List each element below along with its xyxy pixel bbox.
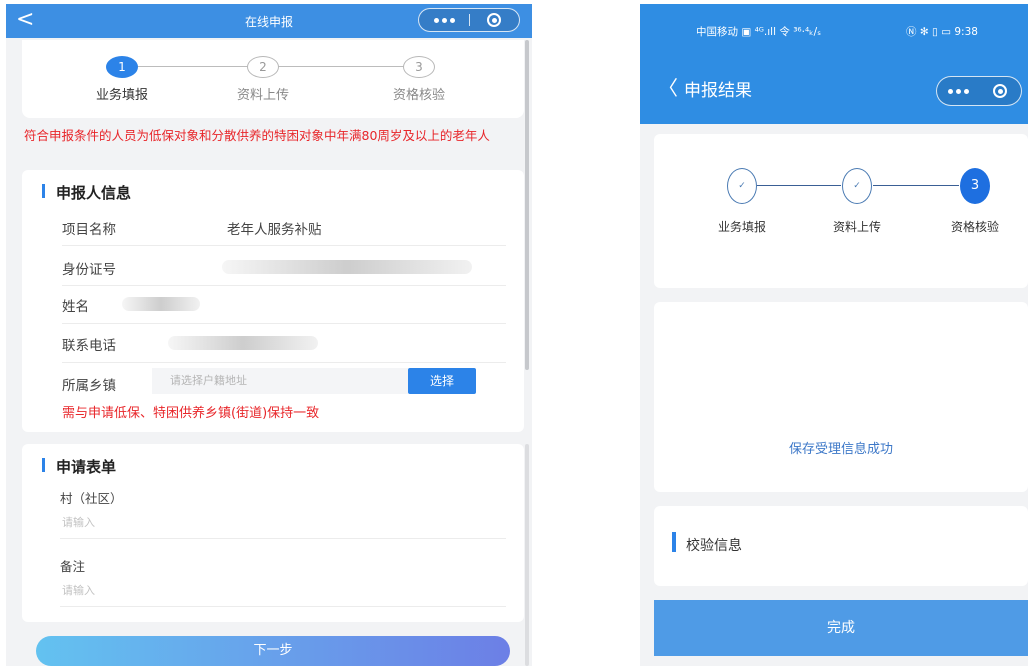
left-phone-screen: < 在线申报 1 业务填报 2 资料上传 3 资格核验 符合申报条件的人员为低保… (6, 4, 532, 666)
project-name-label: 项目名称 (62, 222, 116, 238)
phone-value-redacted (168, 336, 318, 350)
step-3: 3 资格核验 (359, 56, 479, 103)
step-2: ✓ 资料上传 (807, 168, 907, 235)
section-title: 申请表单 (56, 458, 117, 476)
applicant-info-card: 申报人信息 项目名称 老年人服务补贴 身份证号 姓名 联系电话 所属乡镇 请选择… (22, 170, 524, 432)
name-value-redacted (122, 297, 200, 311)
divider (60, 538, 506, 539)
scrollbar-track (525, 444, 529, 666)
close-target-icon[interactable] (469, 9, 519, 31)
step-indicator: 1 业务填报 2 资料上传 3 资格核验 (22, 40, 524, 118)
id-number-value-redacted (222, 260, 472, 274)
next-step-button[interactable]: 下一步 (36, 636, 510, 666)
miniprogram-capsule (418, 8, 520, 32)
status-icons-time: Ⓝ ✻ ▯ ▭ 9:38 (906, 26, 978, 38)
verify-info-card: 校验信息 (654, 506, 1028, 586)
step-1: ✓ 业务填报 (692, 168, 792, 235)
step-label: 资格核验 (950, 220, 999, 234)
more-icon[interactable] (419, 9, 469, 31)
step-label: 业务填报 (717, 220, 766, 234)
carrier-signal-text: 中国移动 ▣ ⁴ᴳ.ıll 令 ³⁶·⁴ₖ/ₛ (696, 26, 822, 38)
select-town-button[interactable]: 选择 (408, 368, 476, 394)
back-arrow-icon[interactable]: 〈 (658, 72, 678, 101)
step-number: 3 (960, 168, 990, 204)
id-number-label: 身份证号 (62, 262, 116, 278)
status-bar: 中国移动 ▣ ⁴ᴳ.ıll 令 ³⁶·⁴ₖ/ₛ Ⓝ ✻ ▯ ▭ 9:38 (640, 4, 1028, 54)
step-label: 业务填报 (95, 88, 148, 103)
success-message: 保存受理信息成功 (788, 442, 893, 457)
application-form-card: 申请表单 村（社区） 请输入 备注 请输入 (22, 444, 524, 622)
phone-label: 联系电话 (62, 338, 116, 354)
done-button[interactable]: 完成 (654, 600, 1028, 656)
section-marker (42, 184, 45, 198)
step-2: 2 资料上传 (203, 56, 323, 103)
remark-input[interactable]: 请输入 (62, 582, 95, 598)
village-input[interactable]: 请输入 (62, 514, 95, 530)
step-label: 资格核验 (392, 88, 445, 103)
town-label: 所属乡镇 (62, 378, 116, 394)
page-title: 申报结果 (684, 81, 752, 101)
step-number: 3 (403, 56, 435, 78)
nav-bar: 〈 申报结果 (640, 54, 1028, 124)
step-number: 2 (247, 56, 279, 78)
divider (60, 606, 506, 607)
section-marker (672, 532, 676, 552)
town-hint: 需与申请低保、特困供养乡镇(街道)保持一致 (62, 406, 320, 421)
section-marker (42, 458, 45, 472)
project-name-value: 老年人服务补贴 (227, 222, 322, 238)
step-number: 1 (106, 56, 138, 78)
divider (62, 285, 506, 286)
nav-bar: < 在线申报 (6, 4, 532, 38)
check-icon: ✓ (727, 168, 757, 204)
divider (62, 245, 506, 246)
step-3: 3 资格核验 (925, 168, 1025, 235)
name-label: 姓名 (62, 299, 89, 315)
town-select-input[interactable]: 请选择户籍地址 (152, 368, 408, 394)
more-icon[interactable] (937, 77, 979, 105)
miniprogram-capsule (936, 76, 1022, 106)
step-1: 1 业务填报 (62, 56, 182, 103)
village-label: 村（社区） (60, 491, 123, 506)
step-label: 资料上传 (236, 88, 289, 103)
divider (62, 323, 506, 324)
remark-label: 备注 (60, 559, 86, 574)
step-label: 资料上传 (832, 220, 881, 234)
step-indicator: ✓ 业务填报 ✓ 资料上传 3 资格核验 (654, 134, 1028, 288)
section-title: 申报人信息 (56, 184, 132, 202)
right-phone-screen: 中国移动 ▣ ⁴ᴳ.ıll 令 ³⁶·⁴ₖ/ₛ Ⓝ ✻ ▯ ▭ 9:38 〈 申… (640, 4, 1028, 666)
section-title: 校验信息 (686, 538, 742, 554)
result-card: 保存受理信息成功 (654, 302, 1028, 492)
scrollbar-thumb[interactable] (525, 40, 529, 370)
eligibility-notice: 符合申报条件的人员为低保对象和分散供养的特困对象中年满80周岁及以上的老年人 (24, 128, 490, 143)
close-target-icon[interactable] (979, 77, 1021, 105)
divider (62, 362, 506, 363)
check-icon: ✓ (842, 168, 872, 204)
